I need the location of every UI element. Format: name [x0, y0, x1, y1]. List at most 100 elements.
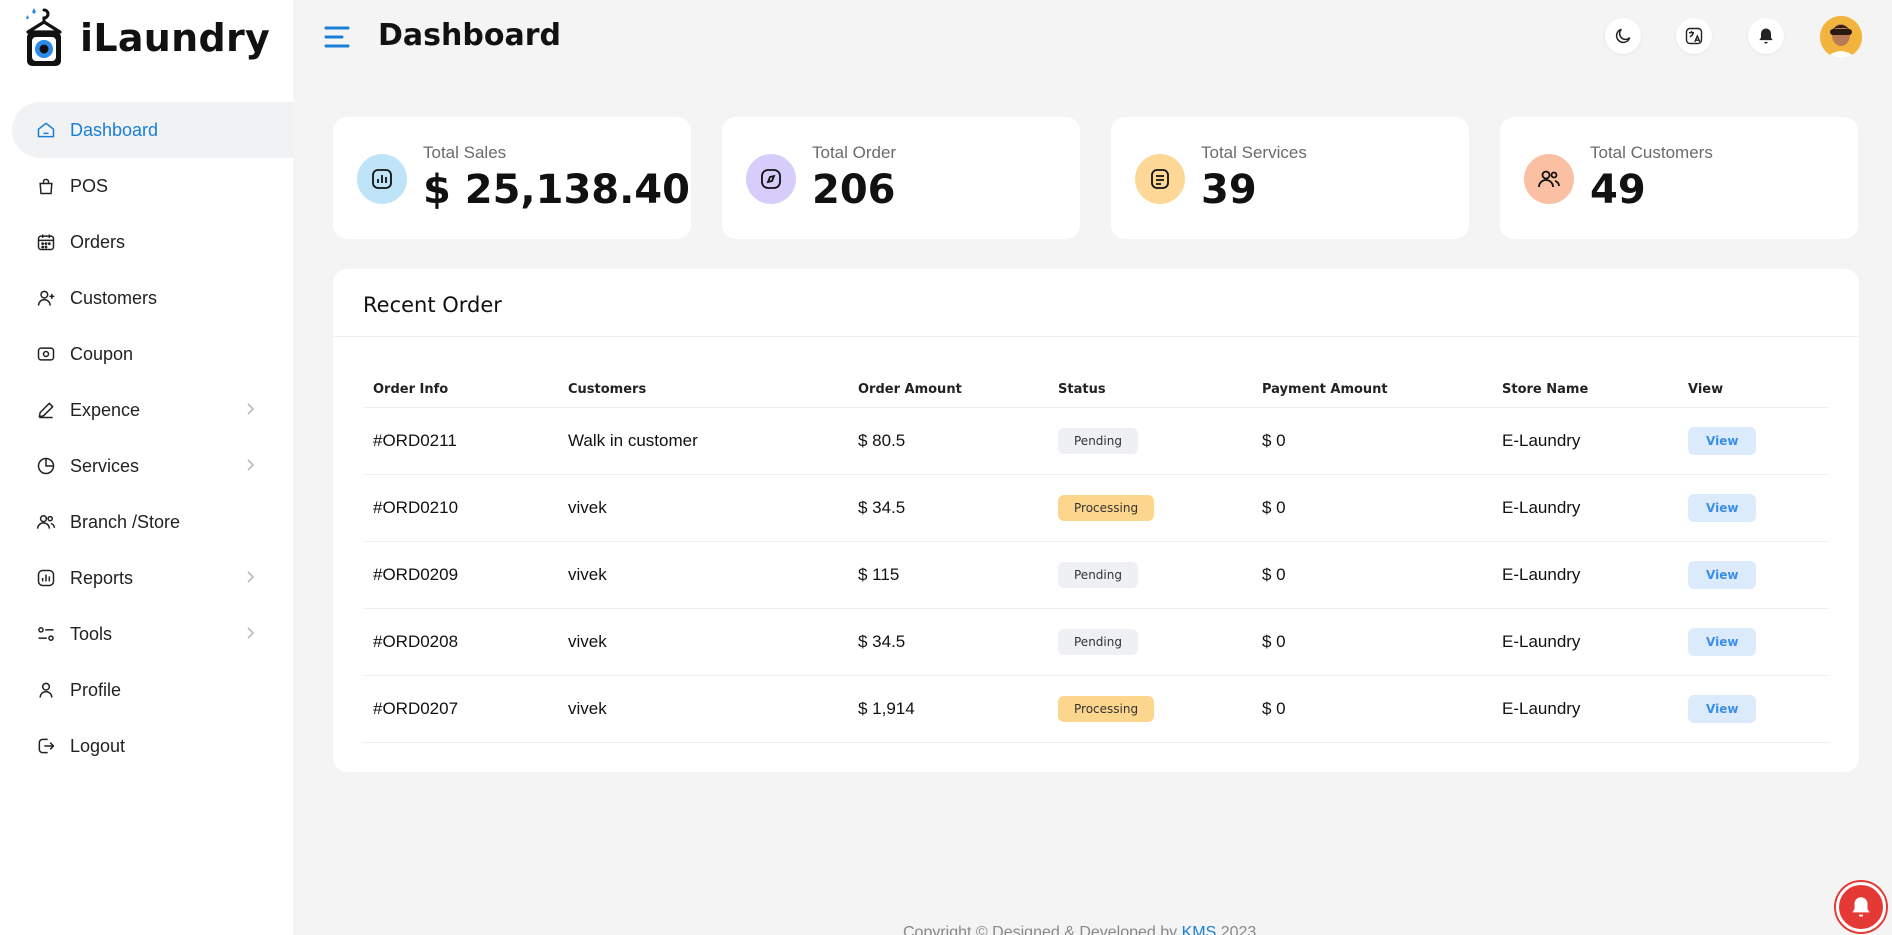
sidebar-item-customers[interactable]: Customers — [12, 270, 293, 326]
sidebar-item-label: Reports — [70, 567, 134, 588]
avatar[interactable] — [1820, 16, 1862, 58]
stat-label: Total Order — [812, 143, 897, 162]
payment-amount: $ 0 — [1252, 407, 1492, 475]
payment-amount: $ 0 — [1252, 541, 1492, 609]
compass-icon — [761, 169, 781, 189]
sidebar-item-branch-store[interactable]: Branch /Store — [12, 494, 293, 550]
view-button[interactable]: View — [1688, 426, 1757, 455]
sidebar-item-tools[interactable]: Tools — [12, 606, 293, 662]
menu-toggle-icon[interactable] — [323, 24, 351, 50]
order-id: #ORD0207 — [363, 675, 558, 743]
store-name: E-Laundry — [1492, 407, 1678, 475]
sidebar-item-label: Services — [70, 455, 140, 476]
view-button[interactable]: View — [1688, 560, 1757, 589]
store-name: E-Laundry — [1492, 541, 1678, 609]
document-icon — [1151, 169, 1169, 189]
user-avatar-icon — [1820, 16, 1862, 58]
brand[interactable]: iLaundry — [20, 6, 270, 70]
stat-value: $ 25,138.40 — [423, 167, 690, 213]
order-amount: $ 80.5 — [848, 407, 1048, 475]
view-cell: View — [1678, 608, 1829, 676]
view-button[interactable]: View — [1688, 493, 1757, 522]
table-row: #ORD0211 Walk in customer $ 80.5 Pending… — [363, 407, 1829, 475]
stat-value: 49 — [1590, 167, 1646, 213]
sidebar-item-orders[interactable]: Orders — [12, 214, 293, 270]
recent-orders-table: Order Info Customers Order Amount Status… — [363, 373, 1829, 743]
sidebar-item-coupon[interactable]: Coupon — [12, 326, 293, 382]
column-header: View — [1678, 373, 1829, 408]
sidebar-item-logout[interactable]: Logout — [12, 718, 293, 774]
stat-card-total-services: Total Services 39 — [1111, 117, 1469, 239]
stat-card-total-order: Total Order 206 — [722, 117, 1080, 239]
chevron-right-icon — [247, 627, 255, 639]
sidebar-item-label: Customers — [70, 287, 158, 308]
sidebar-item-profile[interactable]: Profile — [12, 662, 293, 718]
sidebar-item-pos[interactable]: POS — [12, 158, 293, 214]
order-id: #ORD0211 — [363, 407, 558, 475]
translate-button[interactable] — [1676, 18, 1712, 54]
home-icon — [36, 120, 56, 140]
sidebar-item-label: POS — [70, 175, 109, 196]
users-icon — [36, 512, 56, 532]
sidebar-item-expence[interactable]: Expence — [12, 382, 293, 438]
sidebar-item-label: Dashboard — [70, 119, 159, 140]
column-header: Payment Amount — [1252, 373, 1492, 408]
store-name: E-Laundry — [1492, 474, 1678, 542]
order-id: #ORD0208 — [363, 608, 558, 676]
table-row: #ORD0210 vivek $ 34.5 Processing $ 0 E-L… — [363, 474, 1829, 542]
payment-amount: $ 0 — [1252, 608, 1492, 676]
pen-icon — [36, 400, 56, 420]
sidebar-item-label: Expence — [70, 399, 141, 420]
chart-icon — [36, 568, 56, 588]
stat-card-total-customers: Total Customers 49 — [1500, 117, 1858, 239]
logout-icon — [36, 736, 56, 756]
sidebar-nav: Dashboard POS Orders Customers Coupon Ex… — [12, 102, 293, 774]
store-name: E-Laundry — [1492, 608, 1678, 676]
sidebar-item-label: Logout — [70, 735, 126, 756]
chevron-right-icon — [247, 403, 255, 415]
sidebar-item-label: Branch /Store — [70, 511, 181, 532]
table-row: #ORD0208 vivek $ 34.5 Pending $ 0 E-Laun… — [363, 608, 1829, 676]
stat-circle — [746, 154, 796, 204]
sidebar-item-services[interactable]: Services — [12, 438, 293, 494]
sidebar-item-dashboard[interactable]: Dashboard — [12, 102, 293, 158]
notification-fab-button[interactable] — [1836, 882, 1886, 932]
divider — [333, 336, 1859, 337]
notifications-button[interactable] — [1748, 18, 1784, 54]
brand-name: iLaundry — [80, 16, 271, 60]
footer-text: Copyright © Designed & Developed by — [903, 924, 1182, 935]
chevron-right-icon — [247, 571, 255, 583]
column-header: Order Amount — [848, 373, 1048, 408]
translate-icon — [1685, 27, 1703, 45]
dark-mode-button[interactable] — [1605, 18, 1641, 54]
table-header-row: Order Info Customers Order Amount Status… — [363, 373, 1829, 408]
status-cell: Pending — [1048, 608, 1252, 676]
recent-order-panel: Recent Order Order Info Customers Order … — [333, 269, 1859, 772]
footer: Copyright © Designed & Developed by KMS … — [903, 924, 1256, 935]
user-plus-icon — [36, 288, 56, 308]
calendar-icon — [36, 232, 56, 252]
order-amount: $ 34.5 — [848, 474, 1048, 542]
pie-icon — [36, 456, 56, 476]
sidebar-item-reports[interactable]: Reports — [12, 550, 293, 606]
order-amount: $ 115 — [848, 541, 1048, 609]
chart-icon — [372, 169, 392, 189]
stat-label: Total Services — [1201, 143, 1307, 162]
table-row: #ORD0207 vivek $ 1,914 Processing $ 0 E-… — [363, 675, 1829, 743]
view-button[interactable]: View — [1688, 627, 1757, 656]
sidebar-item-label: Orders — [70, 231, 126, 252]
bell-icon — [1852, 897, 1870, 917]
view-button[interactable]: View — [1688, 694, 1757, 723]
status-badge: Processing — [1058, 494, 1155, 521]
status-cell: Processing — [1048, 675, 1252, 743]
panel-title: Recent Order — [363, 293, 502, 317]
view-cell: View — [1678, 541, 1829, 609]
stat-circle — [1524, 154, 1574, 204]
footer-link[interactable]: KMS — [1182, 924, 1217, 935]
payment-amount: $ 0 — [1252, 675, 1492, 743]
customer-name: vivek — [558, 474, 848, 542]
moon-icon — [1615, 28, 1631, 44]
column-header: Customers — [558, 373, 848, 408]
status-badge: Pending — [1058, 427, 1138, 454]
sidebar-item-label: Profile — [70, 679, 122, 700]
